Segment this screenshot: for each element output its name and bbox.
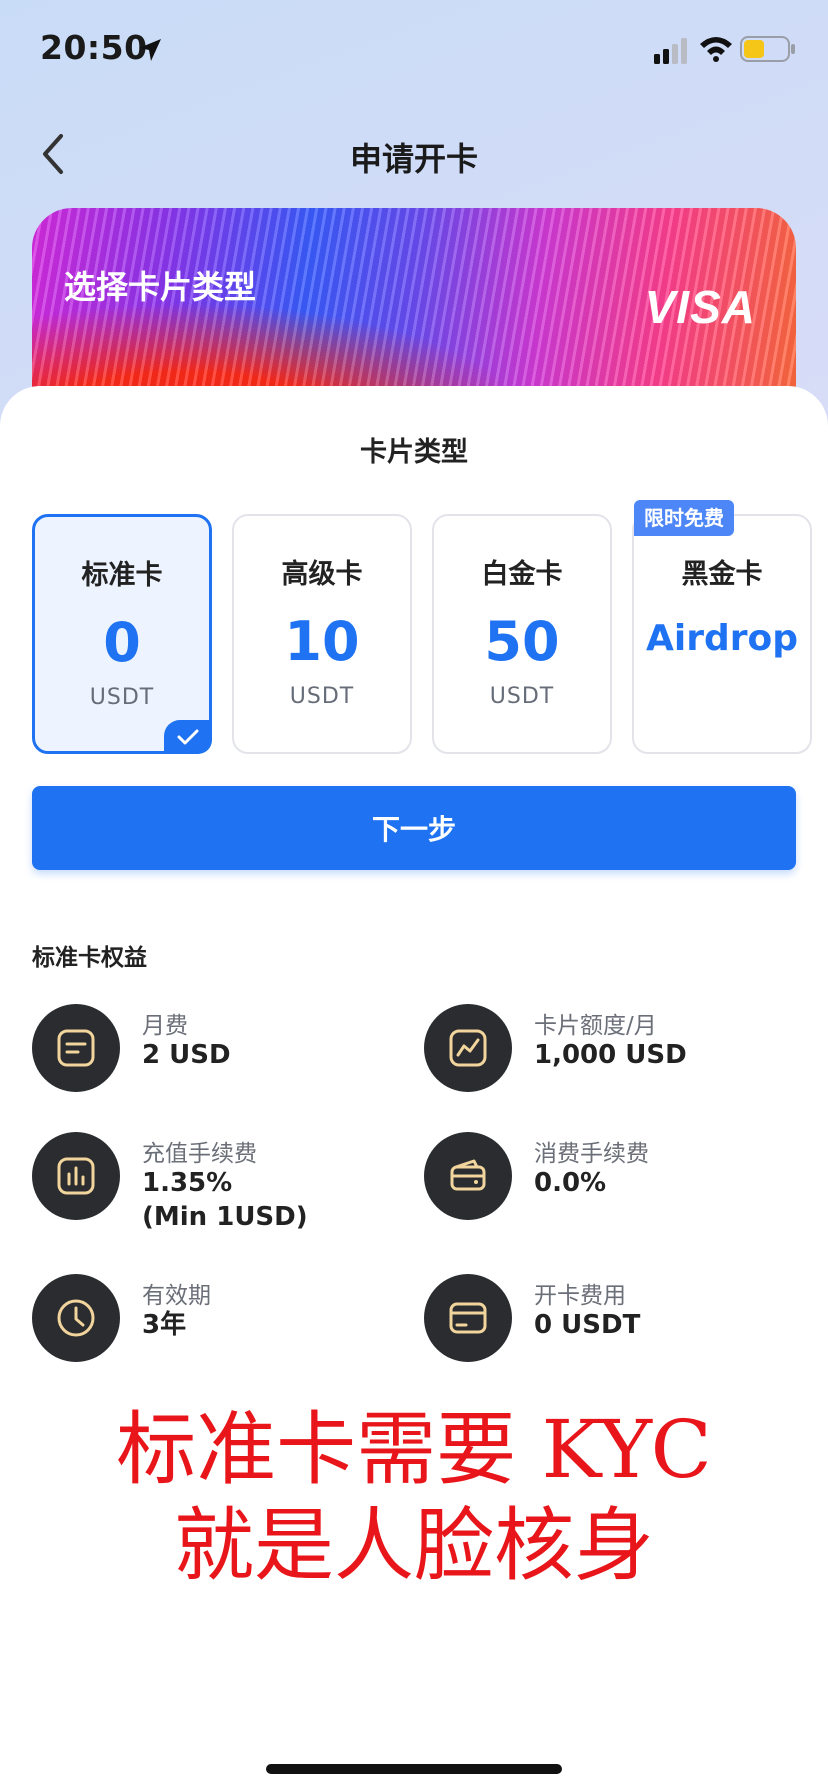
card-icon [449,1302,487,1334]
card-option-standard[interactable]: 标准卡 0 USDT [32,514,212,754]
annotation-line: 就是人脸核身 [174,1499,654,1592]
card-option-name: 标准卡 [81,560,163,591]
visa-logo: VISA [644,281,756,333]
benefit-value: 0.0% [534,1168,607,1198]
card-option-unit: USDT [489,684,555,709]
selected-check-badge [164,720,212,754]
section-title: 卡片类型 [360,437,468,468]
wallet-icon [450,1159,486,1191]
benefit-value-line: (Min 1USD) [142,1202,308,1232]
card-option-unit: USDT [289,684,355,709]
kyc-annotation: 标准卡需要 KYC 就是人脸核身 [0,1402,828,1594]
benefit-icon-badge [424,1274,512,1362]
next-step-button[interactable]: 下一步 [32,786,796,870]
card-option-platinum[interactable]: 白金卡 50 USDT [432,514,612,754]
benefit-value-line: 1.35% [142,1168,233,1198]
wifi-icon [700,37,732,62]
document-icon [57,1029,95,1067]
benefit-item-opening-fee: 开卡费用 0 USDT [424,1274,804,1374]
benefit-icon-badge [32,1274,120,1362]
bar-chart-icon [57,1157,95,1195]
card-option-premium[interactable]: 高级卡 10 USDT [232,514,412,754]
benefit-value: 1,000 USD [534,1040,687,1070]
clock-icon [57,1299,95,1337]
benefit-value: 1.35% (Min 1USD) [142,1166,308,1234]
benefit-item-monthly-fee: 月费 2 USD [32,1004,412,1104]
status-bar: 20:50 [0,0,828,100]
battery-icon [740,36,795,62]
home-indicator [266,1764,562,1774]
signal-icon [654,38,687,64]
nav-bar: 申请开卡 [0,110,828,200]
card-option-unit: USDT [89,685,155,710]
card-option-name: 黑金卡 [681,559,763,590]
benefit-label: 开卡费用 [534,1283,626,1309]
benefit-label: 月费 [142,1013,188,1039]
benefit-icon-badge [32,1004,120,1092]
card-option-name: 高级卡 [281,559,363,590]
benefit-label: 卡片额度/月 [534,1013,657,1039]
benefit-item-spend-fee: 消费手续费 0.0% [424,1132,804,1232]
annotation-line: 标准卡需要 KYC [116,1403,712,1496]
benefits-title: 标准卡权益 [32,945,147,971]
benefit-icon-badge [424,1004,512,1092]
card-option-price: Airdrop [646,618,798,659]
benefit-value: 2 USD [142,1040,231,1070]
benefit-label: 充值手续费 [142,1141,257,1167]
benefit-value: 0 USDT [534,1310,641,1340]
benefit-value: 3年 [142,1310,187,1340]
benefit-label: 消费手续费 [534,1141,649,1167]
trend-chart-icon [449,1029,487,1067]
page-title: 申请开卡 [349,140,478,178]
benefit-item-card-limit: 卡片额度/月 1,000 USD [424,1004,804,1104]
benefit-label: 有效期 [142,1283,211,1309]
limited-free-badge: 限时免费 [634,500,734,536]
benefit-icon-badge [32,1132,120,1220]
card-option-black-gold[interactable]: 限时免费 黑金卡 Airdrop [632,500,812,754]
card-option-price: 50 [484,610,560,673]
benefit-icon-badge [424,1132,512,1220]
benefit-item-validity: 有效期 3年 [32,1274,412,1374]
banner-title: 选择卡片类型 [64,268,257,306]
location-arrow-icon [139,39,161,61]
card-option-price: 10 [284,610,360,673]
status-time: 20:50 [40,28,148,67]
card-banner: 选择卡片类型 VISA [32,208,796,408]
card-option-price: 0 [103,611,141,674]
benefit-item-topup-fee: 充值手续费 1.35% (Min 1USD) [32,1132,412,1252]
card-option-name: 白金卡 [481,559,563,590]
checkmark-icon [177,729,199,745]
